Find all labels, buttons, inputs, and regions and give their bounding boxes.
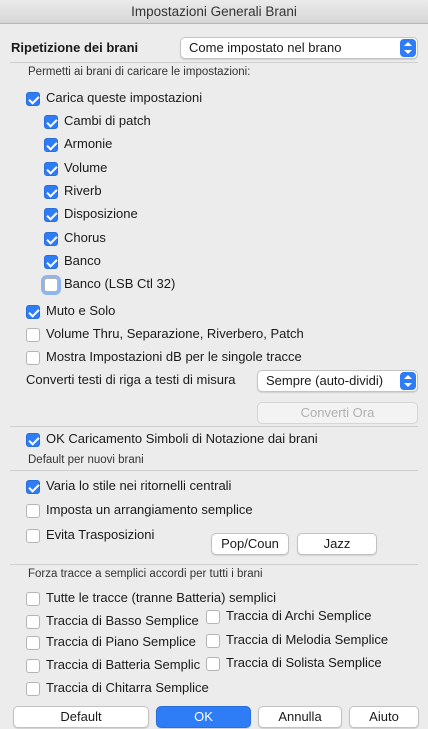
- repeat-select-value: Come impostato nel brano: [189, 40, 342, 55]
- load-settings-divider: [10, 62, 418, 63]
- all-tracks-checkbox[interactable]: [26, 592, 40, 606]
- volume-thru-label: Volume Thru, Separazione, Riverbero, Pat…: [46, 326, 304, 341]
- force-heading: Forza tracce a semplici accordi per tutt…: [28, 568, 263, 580]
- piano-label: Traccia di Piano Semplice: [46, 634, 196, 649]
- repeat-label: Ripetizione dei brani: [11, 40, 139, 55]
- piano-checkbox[interactable]: [26, 636, 40, 650]
- help-button[interactable]: Aiuto: [349, 706, 419, 728]
- load-item-label: Chorus: [64, 229, 106, 245]
- load-item-checkbox[interactable]: [44, 208, 58, 223]
- convert-label: Converti testi di riga a testi di misura: [26, 372, 236, 387]
- load-item-checkbox[interactable]: [44, 138, 58, 153]
- drums-label: Traccia di Batteria Semplic: [46, 657, 201, 672]
- strings-label: Traccia di Archi Semplice: [226, 608, 372, 623]
- soloist-label: Traccia di Solista Semplice: [226, 655, 382, 670]
- pop-country-button[interactable]: Pop/Coun: [211, 533, 289, 555]
- avoid-transposition-label: Evita Trasposizioni: [46, 527, 155, 542]
- avoid-transposition-checkbox[interactable]: [26, 529, 40, 543]
- vary-style-label: Varia lo stile nei ritornelli centrali: [46, 478, 232, 493]
- bass-label: Traccia di Basso Semplice: [46, 613, 199, 628]
- window-title: Impostazioni Generali Brani: [0, 0, 428, 24]
- load-item-label: Armonie: [64, 136, 113, 152]
- load-all-checkbox[interactable]: [26, 92, 40, 106]
- load-item-label: Volume: [64, 159, 108, 175]
- default-button[interactable]: Default: [13, 706, 149, 728]
- load-item-checkbox[interactable]: [44, 184, 58, 199]
- melody-label: Traccia di Melodia Semplice: [226, 632, 389, 647]
- repeat-select[interactable]: Come impostato nel brano: [180, 37, 418, 59]
- jazz-button[interactable]: Jazz: [297, 533, 377, 555]
- load-item-label: Banco (LSB Ctl 32): [64, 276, 176, 292]
- db-settings-checkbox[interactable]: [26, 351, 40, 365]
- load-settings-heading: Permetti ai brani di caricare le imposta…: [28, 66, 251, 78]
- drums-checkbox[interactable]: [26, 659, 40, 673]
- guitar-label: Traccia di Chitarra Semplice: [46, 680, 209, 695]
- convert-now-button[interactable]: Converti Ora: [257, 402, 418, 424]
- notation-checkbox[interactable]: [26, 433, 40, 447]
- load-item-checkbox[interactable]: [44, 278, 58, 293]
- convert-select-value: Sempre (auto-dividi): [266, 373, 384, 388]
- convert-select[interactable]: Sempre (auto-dividi): [257, 370, 418, 392]
- load-item-label: Disposizione: [64, 206, 138, 222]
- soloist-checkbox[interactable]: [206, 657, 220, 671]
- simple-arrangement-checkbox[interactable]: [26, 504, 40, 518]
- mute-solo-checkbox[interactable]: [26, 305, 40, 319]
- load-all-label: Carica queste impostazioni: [46, 90, 203, 105]
- defaults-divider: [10, 470, 418, 471]
- guitar-checkbox[interactable]: [26, 682, 40, 696]
- melody-checkbox[interactable]: [206, 634, 220, 648]
- load-item-checkbox[interactable]: [44, 161, 58, 176]
- all-tracks-label: Tutte le tracce (tranne Batteria) sempli…: [46, 590, 276, 605]
- db-settings-label: Mostra Impostazioni dB per le singole tr…: [46, 349, 302, 364]
- chevron-updown-icon: [400, 39, 416, 57]
- notation-divider: [10, 426, 418, 427]
- load-item-checkbox[interactable]: [44, 231, 58, 246]
- chevron-updown-icon: [400, 372, 416, 390]
- vary-style-checkbox[interactable]: [26, 480, 40, 494]
- load-item-label: Riverb: [64, 182, 102, 198]
- defaults-heading: Default per nuovi brani: [28, 454, 144, 466]
- load-item-label: Banco: [64, 252, 101, 268]
- load-item-checkbox[interactable]: [44, 254, 58, 269]
- volume-thru-checkbox[interactable]: [26, 328, 40, 342]
- bass-checkbox[interactable]: [26, 615, 40, 629]
- load-item-checkbox[interactable]: [44, 115, 58, 129]
- mute-solo-label: Muto e Solo: [46, 303, 116, 318]
- notation-label: OK Caricamento Simboli di Notazione dai …: [46, 431, 318, 446]
- simple-arrangement-label: Imposta un arrangiamento semplice: [46, 502, 253, 517]
- force-divider: [10, 564, 418, 565]
- ok-button[interactable]: OK: [156, 706, 251, 728]
- strings-checkbox[interactable]: [206, 610, 220, 624]
- load-item-label: Cambi di patch: [64, 113, 151, 128]
- cancel-button[interactable]: Annulla: [258, 706, 342, 728]
